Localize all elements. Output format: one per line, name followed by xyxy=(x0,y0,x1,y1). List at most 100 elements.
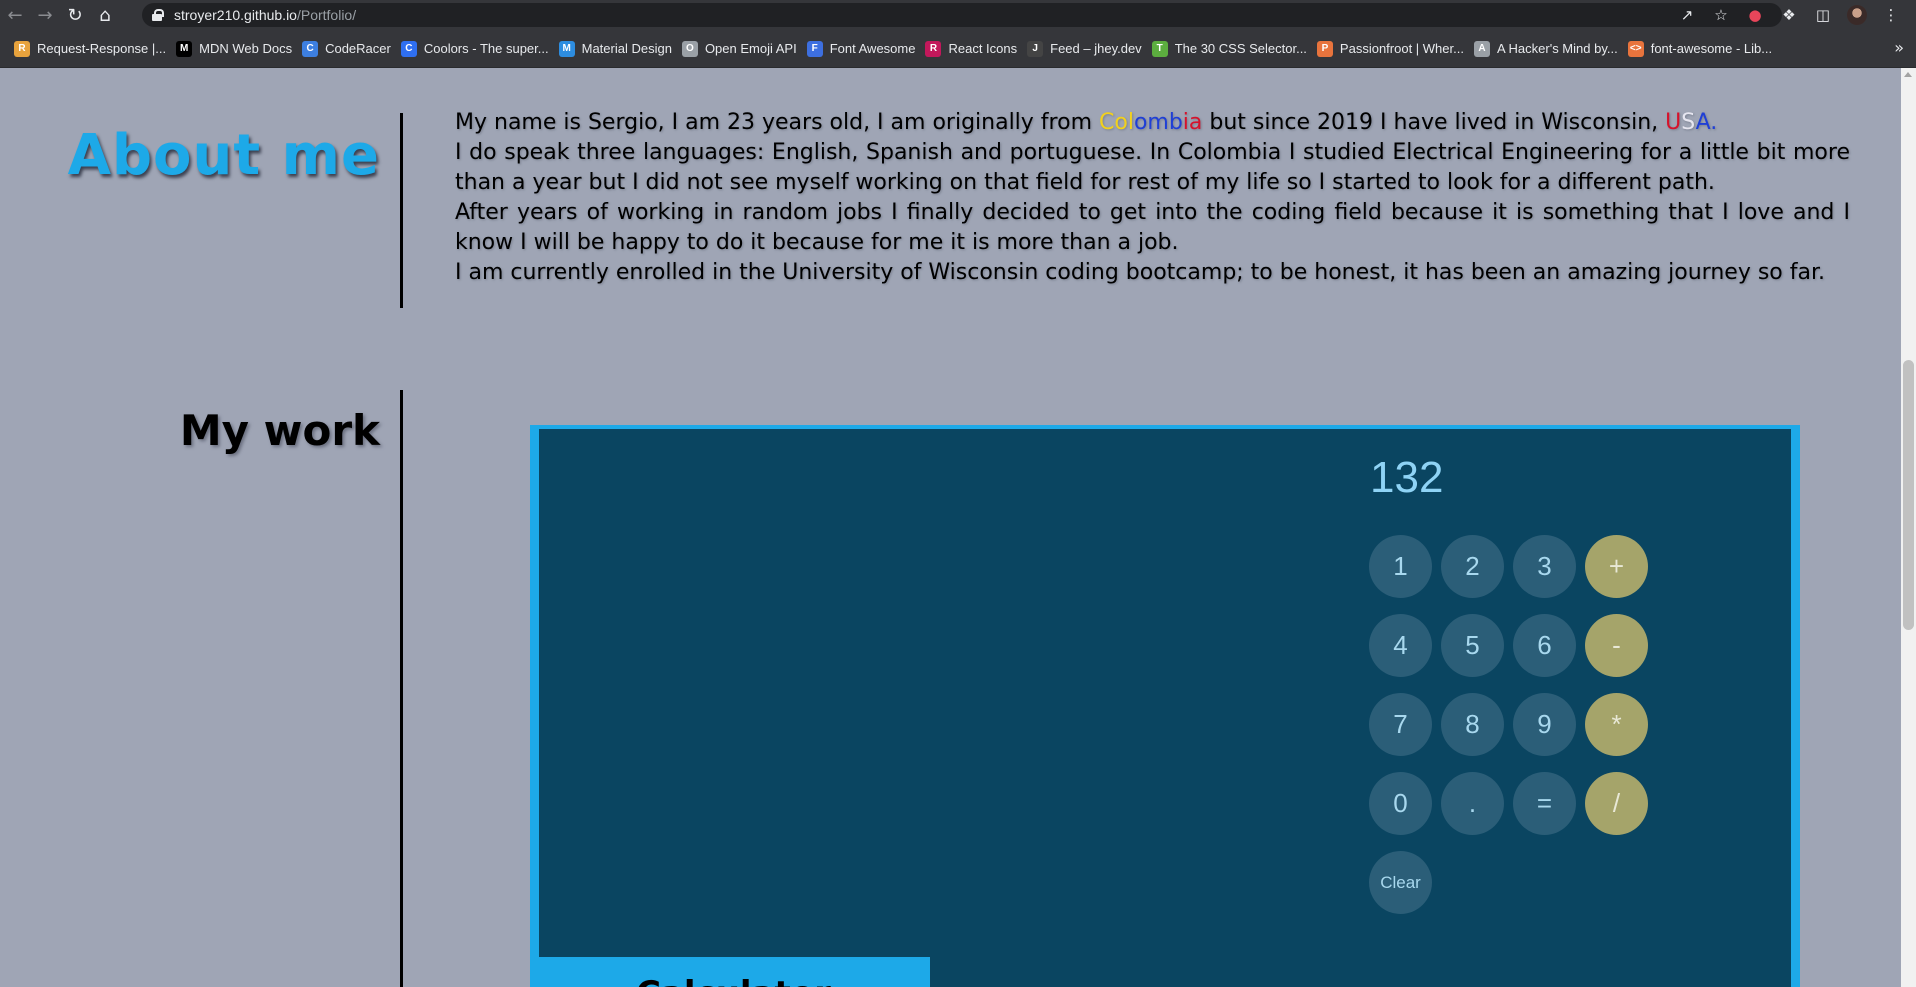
bookmark-item[interactable]: M MDN Web Docs xyxy=(174,35,300,63)
usa-blue: A xyxy=(1695,110,1711,135)
calc-key[interactable]: * xyxy=(1585,693,1648,756)
bookmark-label: A Hacker's Mind by... xyxy=(1496,41,1618,56)
bookmark-favicon-icon: P xyxy=(1316,40,1333,57)
share-icon[interactable]: ↗ xyxy=(1672,0,1702,30)
scrollbar-thumb[interactable] xyxy=(1903,360,1914,630)
usa-period: . xyxy=(1710,110,1718,135)
bookmark-favicon-icon: J xyxy=(1027,40,1044,57)
calc-key[interactable]: 1 xyxy=(1369,535,1432,598)
about-text-part: My name is Sergio, I am 23 years old, I … xyxy=(455,110,1099,135)
menu-dots-icon[interactable]: ⋮ xyxy=(1876,0,1906,30)
calc-key[interactable]: 6 xyxy=(1513,614,1576,677)
bookmark-favicon-icon: O xyxy=(681,40,698,57)
bookmark-favicon-icon: T xyxy=(1151,40,1168,57)
colombia-yellow: Col xyxy=(1099,110,1134,135)
bookmark-favicon-icon: R xyxy=(14,40,30,57)
bookmark-favicon-icon: A xyxy=(1473,40,1490,57)
project-label[interactable]: Calculator xyxy=(636,974,831,987)
bookmark-favicon-icon: M xyxy=(176,40,193,57)
bookmark-favicon-icon: C xyxy=(400,40,417,57)
bookmark-item[interactable]: O Open Emoji API xyxy=(680,35,805,63)
page-content: About me My name is Sergio, I am 23 year… xyxy=(0,68,1916,987)
bookmarks-overflow-icon[interactable]: » xyxy=(1894,38,1904,57)
calc-key[interactable]: 3 xyxy=(1513,535,1576,598)
bookmarks-bar: R Request-Response |... M MDN Web Docs C Code… xyxy=(0,30,1916,68)
usa-red: U xyxy=(1665,110,1682,135)
home-icon[interactable]: ⌂ xyxy=(90,0,120,30)
about-paragraph-4: I am currently enrolled in the Universit… xyxy=(455,260,1825,285)
calculator-display: 132 xyxy=(1370,453,1444,502)
bookmark-label: font-awesome - Lib... xyxy=(1650,41,1773,56)
bookmark-label: The 30 CSS Selector... xyxy=(1174,41,1307,56)
star-icon[interactable]: ☆ xyxy=(1706,0,1736,30)
toolbar-right: ↗ ☆ ● ❖ ◫ ⋮ xyxy=(1672,0,1916,30)
bookmark-item[interactable]: C CodeRacer xyxy=(300,35,399,63)
about-paragraph-3: After years of working in random jobs I … xyxy=(455,200,1850,255)
calc-key[interactable]: 7 xyxy=(1369,693,1432,756)
bookmark-label: Material Design xyxy=(581,41,672,56)
calc-key[interactable]: 9 xyxy=(1513,693,1576,756)
calc-key[interactable]: - xyxy=(1585,614,1648,677)
work-title: My work xyxy=(179,406,380,455)
bookmark-favicon-icon: R xyxy=(925,40,942,57)
forward-arrow-icon[interactable]: → xyxy=(30,0,60,30)
bookmark-item[interactable]: R Request-Response |... xyxy=(12,35,174,63)
usa-white: S xyxy=(1681,110,1696,135)
calc-key[interactable]: + xyxy=(1585,535,1648,598)
bookmark-favicon-icon: <> xyxy=(1627,40,1644,57)
url-host: stroyer210.github.io xyxy=(174,7,297,23)
url-path: /Portfolio/ xyxy=(296,7,357,23)
bookmark-item[interactable]: M Material Design xyxy=(557,35,680,63)
url-text: stroyer210.github.io/Portfolio/ xyxy=(174,7,356,23)
bookmark-label: Font Awesome xyxy=(829,41,916,56)
about-text-part: but since 2019 I have lived in Wisconsin… xyxy=(1202,110,1666,135)
bookmark-item[interactable]: J Feed – jhey.dev xyxy=(1025,35,1150,63)
bookmark-label: Open Emoji API xyxy=(704,41,797,56)
calc-key[interactable]: 8 xyxy=(1441,693,1504,756)
calc-key[interactable]: 4 xyxy=(1369,614,1432,677)
puzzle-icon[interactable]: ❖ xyxy=(1774,0,1804,30)
about-divider xyxy=(400,113,403,308)
calc-key[interactable]: . xyxy=(1441,772,1504,835)
bookmark-label: CodeRacer xyxy=(325,41,391,56)
profile-avatar[interactable] xyxy=(1842,0,1872,30)
avatar xyxy=(1847,5,1867,25)
calc-key[interactable]: 0 xyxy=(1369,772,1432,835)
scroll-up-arrow-icon[interactable] xyxy=(1904,72,1912,77)
bookmark-item[interactable]: A A Hacker's Mind by... xyxy=(1472,35,1626,63)
calc-key[interactable]: 2 xyxy=(1441,535,1504,598)
work-divider xyxy=(400,390,403,987)
bookmark-item[interactable]: T The 30 CSS Selector... xyxy=(1150,35,1315,63)
bookmark-label: Request-Response |... xyxy=(37,41,167,56)
calc-key[interactable]: / xyxy=(1585,772,1648,835)
calc-key[interactable]: 5 xyxy=(1441,614,1504,677)
bookmark-label: Coolors - The super... xyxy=(423,41,549,56)
bookmark-label: React Icons xyxy=(948,41,1018,56)
colombia-blue: omb xyxy=(1133,110,1183,135)
calc-key[interactable]: Clear xyxy=(1369,851,1432,914)
bookmark-favicon-icon: M xyxy=(558,40,575,57)
about-paragraph-2: I do speak three languages: English, Spa… xyxy=(455,140,1850,195)
bookmark-favicon-icon: C xyxy=(302,40,319,57)
reload-icon[interactable]: ↻ xyxy=(60,0,90,30)
bookmark-label: MDN Web Docs xyxy=(199,41,293,56)
bookmark-label: Feed – jhey.dev xyxy=(1050,41,1142,56)
browser-toolbar: ← → ↻ ⌂ stroyer210.github.io/Portfolio/ … xyxy=(0,0,1916,30)
calc-key[interactable]: = xyxy=(1513,772,1576,835)
sidebar-icon[interactable]: ◫ xyxy=(1808,0,1838,30)
bookmark-item[interactable]: F Font Awesome xyxy=(805,35,924,63)
bookmark-item[interactable]: <> font-awesome - Lib... xyxy=(1626,35,1780,63)
bookmark-favicon-icon: F xyxy=(806,40,823,57)
extension-record-icon[interactable]: ● xyxy=(1740,0,1770,30)
calculator-keypad: 1 2 3 +4 5 6- 7 8 9 * 0. = / Clear xyxy=(1369,535,1653,914)
bookmark-label: Passionfroot | Wher... xyxy=(1339,41,1464,56)
bookmark-item[interactable]: C Coolors - The super... xyxy=(399,35,557,63)
colombia-red: ia xyxy=(1182,110,1203,135)
page-scrollbar[interactable] xyxy=(1901,68,1916,987)
lock-icon xyxy=(152,9,164,21)
bookmark-item[interactable]: R React Icons xyxy=(923,35,1025,63)
back-arrow-icon[interactable]: ← xyxy=(0,0,30,30)
about-paragraph-1: My name is Sergio, I am 23 years old, I … xyxy=(455,108,1850,138)
address-bar[interactable]: stroyer210.github.io/Portfolio/ xyxy=(142,3,1782,27)
bookmark-item[interactable]: P Passionfroot | Wher... xyxy=(1315,35,1472,63)
